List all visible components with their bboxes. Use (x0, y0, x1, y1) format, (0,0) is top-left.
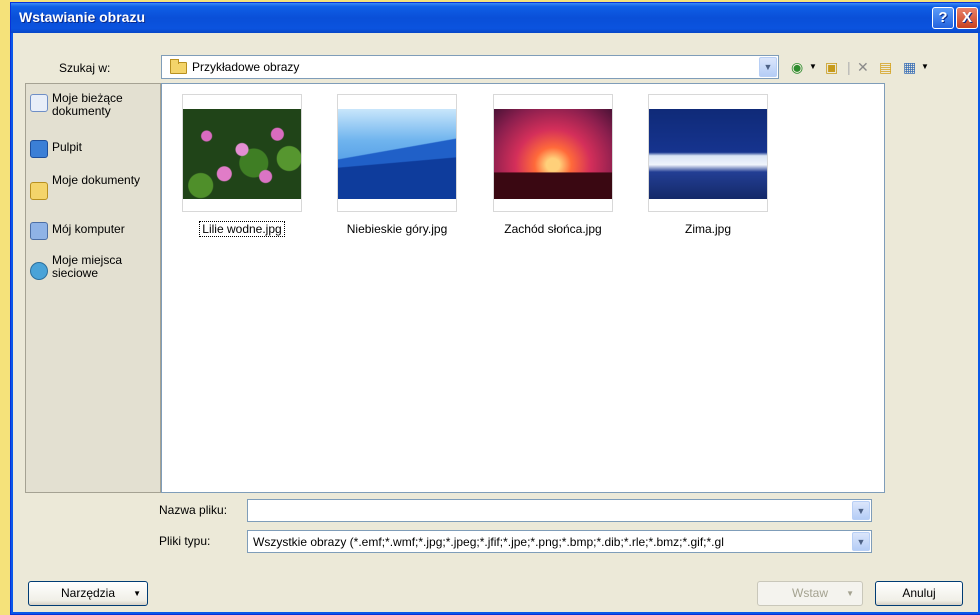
place-recent-documents[interactable]: Moje bieżące dokumenty (30, 92, 160, 136)
dialog-title: Wstawianie obrazu (19, 9, 146, 25)
file-list[interactable]: Lilie wodne.jpg Niebieskie góry.jpg Zach… (161, 83, 885, 493)
tools-button[interactable]: Narzędzia ▼ (28, 581, 148, 606)
separator: | (847, 59, 851, 75)
delete-icon[interactable]: ✕ (857, 58, 869, 76)
my-documents-icon (30, 182, 48, 200)
views-dropdown-icon[interactable]: ▼ (921, 58, 929, 76)
file-item[interactable]: Zima.jpg (648, 94, 768, 236)
new-folder-icon[interactable]: ▤ (879, 58, 892, 76)
recent-documents-icon (30, 94, 48, 112)
views-icon[interactable]: ▦ (903, 58, 916, 76)
file-type-value: Wszystkie obrazy (*.emf;*.wmf;*.jpg;*.jp… (253, 535, 724, 549)
cancel-button[interactable]: Anuluj (875, 581, 963, 606)
file-type-label: Pliki typu: (159, 534, 211, 548)
dialog-toolbar: ◉ ▼ ▣ | ✕ ▤ ▦ ▼ (791, 55, 980, 79)
place-label: Moje miejsca sieciowe (52, 253, 123, 280)
look-in-dropdown[interactable]: Przykładowe obrazy ▼ (161, 55, 779, 79)
chevron-down-icon[interactable]: ▼ (759, 57, 777, 77)
network-places-icon (30, 262, 48, 280)
insert-picture-dialog: Wstawianie obrazu ? X Szukaj w: Przykład… (10, 2, 980, 615)
folder-icon (170, 59, 187, 74)
file-name-input[interactable]: ▼ (247, 499, 872, 522)
image-thumbnail (494, 109, 612, 199)
up-folder-icon[interactable]: ▣ (825, 58, 838, 76)
chevron-down-icon[interactable]: ▼ (852, 532, 870, 551)
file-type-select[interactable]: Wszystkie obrazy (*.emf;*.wmf;*.jpg;*.jp… (247, 530, 872, 553)
file-item[interactable]: Niebieskie góry.jpg (337, 94, 457, 236)
place-label: Pulpit (52, 140, 83, 154)
help-button[interactable]: ? (932, 7, 954, 29)
file-item[interactable]: Lilie wodne.jpg (182, 94, 302, 237)
file-name: Zima.jpg (684, 222, 731, 236)
thumbnail-frame (182, 94, 302, 212)
thumbnail-frame (337, 94, 457, 212)
thumbnail-frame (493, 94, 613, 212)
image-thumbnail (183, 109, 301, 199)
insert-button-label: Wstaw (792, 586, 828, 600)
insert-button[interactable]: Wstaw ▼ (757, 581, 863, 606)
image-thumbnail (649, 109, 767, 199)
close-button[interactable]: X (956, 7, 978, 29)
place-label: Moje dokumenty (52, 173, 141, 187)
look-in-label: Szukaj w: (59, 61, 111, 75)
image-thumbnail (338, 109, 456, 199)
back-dropdown-icon[interactable]: ▼ (809, 58, 817, 76)
file-name: Zachód słońca.jpg (504, 222, 602, 236)
file-name: Lilie wodne.jpg (199, 221, 285, 237)
look-in-value: Przykładowe obrazy (192, 60, 300, 74)
title-bar[interactable]: Wstawianie obrazu ? X (11, 3, 980, 33)
places-bar: Moje bieżące dokumenty Pulpit Moje dokum… (25, 83, 161, 493)
file-name-label: Nazwa pliku: (159, 503, 228, 517)
my-computer-icon (30, 222, 48, 240)
file-name: Niebieskie góry.jpg (346, 222, 448, 236)
desktop-icon (30, 140, 48, 158)
chevron-down-icon: ▼ (846, 589, 854, 598)
back-icon[interactable]: ◉ (791, 58, 803, 76)
place-label: Moje bieżące dokumenty (52, 91, 123, 118)
tools-button-label: Narzędzia (60, 586, 116, 600)
chevron-down-icon[interactable]: ▼ (852, 501, 870, 520)
place-network[interactable]: Moje miejsca sieciowe (30, 254, 160, 298)
file-item[interactable]: Zachód słońca.jpg (493, 94, 613, 236)
cancel-button-label: Anuluj (902, 586, 936, 600)
thumbnail-frame (648, 94, 768, 212)
chevron-down-icon: ▼ (133, 589, 141, 598)
place-my-documents[interactable]: Moje dokumenty (30, 174, 160, 218)
place-label: Mój komputer (52, 222, 125, 236)
